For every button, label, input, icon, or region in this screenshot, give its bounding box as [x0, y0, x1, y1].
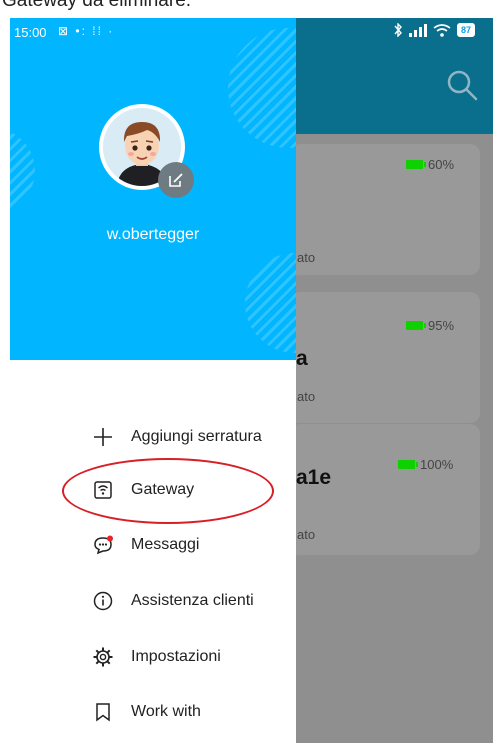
gear-icon	[91, 645, 115, 669]
username: w.obertegger	[106, 226, 200, 243]
menu-item-support[interactable]: Assistenza clienti	[91, 586, 254, 616]
battery-status-icon: 87	[456, 23, 475, 37]
menu-item-label: Assistenza clienti	[131, 592, 254, 609]
battery-icon	[398, 460, 418, 469]
decor-circle	[245, 253, 296, 353]
battery-icon	[406, 321, 426, 330]
menu-item-gateway[interactable]: Gateway	[91, 475, 194, 505]
menu-item-label: Messaggi	[131, 536, 200, 553]
lock-name-3: a1e	[296, 466, 332, 489]
battery-icon	[406, 160, 426, 169]
menu-item-messages[interactable]: Messaggi	[91, 530, 199, 560]
menu-item-label: Work with	[131, 703, 201, 720]
bluetooth-icon	[394, 23, 402, 37]
gateway-icon	[91, 478, 115, 502]
status-right-icons: 87	[393, 23, 475, 37]
battery-indicator-3: 100%	[398, 457, 453, 472]
battery-indicator-2: 95%	[406, 318, 454, 333]
search-icon[interactable]	[445, 68, 479, 102]
battery-indicator-1: 60%	[406, 157, 454, 172]
lock-status-2: ato	[297, 389, 316, 404]
status-time: 15:00	[14, 25, 47, 40]
wifi-icon	[433, 23, 451, 37]
menu-item-settings[interactable]: Impostazioni	[91, 642, 221, 672]
edit-profile-button[interactable]	[158, 162, 194, 198]
navigation-drawer: w.obertegger Aggiungi serratura Gateway …	[0, 0, 296, 743]
notification-icons: ⊠ •: ⁞⁞ ·	[58, 24, 115, 38]
edit-icon	[169, 173, 183, 187]
lock-card-2[interactable]	[290, 292, 480, 423]
lock-name-2: a	[296, 347, 308, 370]
notification-dot	[107, 535, 113, 542]
signal-icon	[408, 23, 427, 37]
menu-item-work-with[interactable]: Work with	[91, 697, 201, 727]
menu-item-add-lock[interactable]: Aggiungi serratura	[91, 422, 262, 452]
caption-text: Gateway da eliminare.	[2, 0, 192, 11]
screenshot-caption: Gateway da eliminare.	[0, 0, 493, 18]
lock-status-1: ato	[297, 250, 316, 265]
chat-bubble-icon	[91, 533, 115, 557]
decor-circle	[228, 28, 296, 148]
drawer-header	[10, 18, 296, 360]
status-bar: 15:00 ⊠ •: ⁞⁞ · 87	[0, 18, 493, 46]
menu-item-label: Gateway	[131, 481, 195, 498]
lock-status-3: ato	[297, 527, 316, 542]
info-icon	[91, 589, 115, 613]
bookmark-icon	[91, 700, 115, 724]
menu-item-label: Aggiungi serratura	[131, 428, 262, 445]
decor-circle	[10, 128, 35, 213]
plus-icon	[91, 425, 115, 449]
menu-item-label: Impostazioni	[131, 648, 221, 665]
